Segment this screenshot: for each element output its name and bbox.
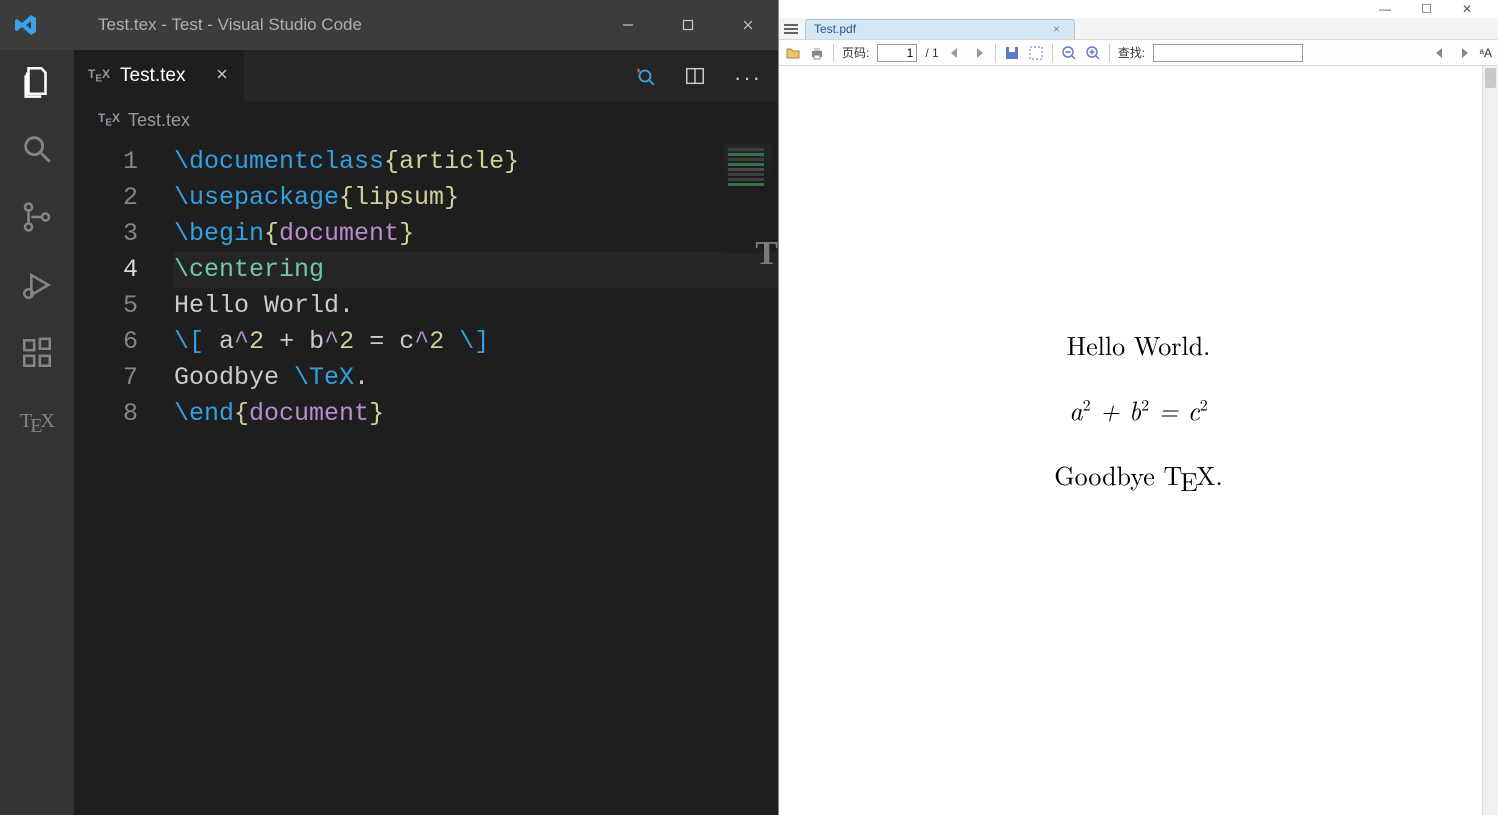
latex-workshop-icon[interactable]: TEX xyxy=(20,404,54,438)
maximize-button[interactable] xyxy=(658,0,718,50)
code-content[interactable]: \centering xyxy=(174,252,778,288)
pdf-math-line: a2 + b2 = c2 xyxy=(819,391,1459,428)
page-total: / 1 xyxy=(925,46,938,60)
next-page-icon[interactable] xyxy=(971,45,987,61)
text-size-icon[interactable]: ᵃA xyxy=(1480,46,1492,60)
window-title: Test.tex - Test - Visual Studio Code xyxy=(98,15,598,35)
synctex-search-icon[interactable] xyxy=(634,65,656,87)
editor-area: TEX Test.tex ··· TEX Test.tex T xyxy=(74,50,778,815)
zoom-in-icon[interactable] xyxy=(1085,45,1101,61)
pdf-text-line: Goodbye TEX. xyxy=(819,456,1459,493)
code-content[interactable]: \[ a^2 + b^2 = c^2 \] xyxy=(174,324,778,360)
pdf-text-line: Hello World. xyxy=(819,326,1459,363)
pdf-viewer-window: — ☐ ✕ Test.pdf × 页码: / 1 查找: ᵃA xyxy=(778,0,1498,815)
code-editor[interactable]: T 1\documentclass{article}2\usepackage{l… xyxy=(74,138,778,815)
code-line[interactable]: 7Goodbye \TeX. xyxy=(74,360,778,396)
line-number: 5 xyxy=(74,288,174,324)
save-icon[interactable] xyxy=(1004,45,1020,61)
pdf-titlebar: — ☐ ✕ xyxy=(779,0,1498,18)
code-line[interactable]: 4\centering xyxy=(74,252,778,288)
line-number: 2 xyxy=(74,180,174,216)
line-number: 3 xyxy=(74,216,174,252)
extensions-icon[interactable] xyxy=(20,336,54,370)
pdf-toolbar: 页码: / 1 查找: ᵃA xyxy=(779,40,1498,66)
prev-page-icon[interactable] xyxy=(947,45,963,61)
pdf-minimize-button[interactable]: — xyxy=(1379,2,1391,16)
page-label: 页码: xyxy=(842,44,869,61)
open-file-icon[interactable] xyxy=(785,45,801,61)
code-content[interactable]: \usepackage{lipsum} xyxy=(174,180,778,216)
line-number: 7 xyxy=(74,360,174,396)
print-icon[interactable] xyxy=(809,45,825,61)
pdf-tab-close-icon[interactable]: × xyxy=(1053,22,1060,36)
explorer-icon[interactable] xyxy=(20,64,54,98)
find-label: 查找: xyxy=(1118,44,1145,61)
tab-label: Test.tex xyxy=(120,65,185,87)
code-content[interactable]: \end{document} xyxy=(174,396,778,432)
tab-close-icon[interactable] xyxy=(214,66,230,87)
breadcrumb-file: Test.tex xyxy=(128,110,190,131)
toolbar-separator xyxy=(833,44,834,62)
section-marker-icon: T xyxy=(755,236,778,272)
minimize-button[interactable] xyxy=(598,0,658,50)
code-content[interactable]: \begin{document} xyxy=(174,216,778,252)
code-line[interactable]: 3\begin{document} xyxy=(74,216,778,252)
vscode-logo-icon xyxy=(14,13,38,37)
breadcrumb[interactable]: TEX Test.tex xyxy=(74,102,778,138)
pdf-maximize-button[interactable]: ☐ xyxy=(1421,2,1432,16)
pdf-tab-row: Test.pdf × xyxy=(779,18,1498,40)
pdf-close-button[interactable]: ✕ xyxy=(1462,2,1472,16)
split-editor-icon[interactable] xyxy=(684,65,706,87)
close-button[interactable] xyxy=(718,0,778,50)
code-line[interactable]: 2\usepackage{lipsum} xyxy=(74,180,778,216)
pdf-scrollbar[interactable] xyxy=(1482,66,1498,815)
fit-page-icon[interactable] xyxy=(1028,45,1044,61)
more-actions-icon[interactable]: ··· xyxy=(734,65,756,87)
code-content[interactable]: \documentclass{article} xyxy=(174,144,778,180)
hamburger-menu-icon[interactable] xyxy=(783,23,799,35)
editor-tabbar: TEX Test.tex ··· xyxy=(74,50,778,102)
line-number: 8 xyxy=(74,396,174,432)
line-number: 4 xyxy=(74,252,174,288)
code-content[interactable]: Hello World. xyxy=(174,288,778,324)
pdf-tab[interactable]: Test.pdf × xyxy=(805,19,1075,39)
search-icon[interactable] xyxy=(20,132,54,166)
line-number: 6 xyxy=(74,324,174,360)
find-next-icon[interactable] xyxy=(1456,45,1472,61)
run-debug-icon[interactable] xyxy=(20,268,54,302)
activity-bar: TEX xyxy=(0,50,74,815)
editor-tab-test-tex[interactable]: TEX Test.tex xyxy=(74,50,244,102)
toolbar-separator xyxy=(1052,44,1053,62)
pdf-viewport[interactable]: Hello World. a2 + b2 = c2 Goodbye TEX. xyxy=(779,66,1498,815)
line-number: 1 xyxy=(74,144,174,180)
code-line[interactable]: 8\end{document} xyxy=(74,396,778,432)
code-content[interactable]: Goodbye \TeX. xyxy=(174,360,778,396)
source-control-icon[interactable] xyxy=(20,200,54,234)
scrollbar-thumb[interactable] xyxy=(1485,68,1496,88)
zoom-out-icon[interactable] xyxy=(1061,45,1077,61)
code-line[interactable]: 5Hello World. xyxy=(74,288,778,324)
code-line[interactable]: 6\[ a^2 + b^2 = c^2 \] xyxy=(74,324,778,360)
find-prev-icon[interactable] xyxy=(1432,45,1448,61)
find-input[interactable] xyxy=(1153,44,1303,62)
vscode-window: Test.tex - Test - Visual Studio Code TEX xyxy=(0,0,778,815)
toolbar-separator xyxy=(995,44,996,62)
pdf-page: Hello World. a2 + b2 = c2 Goodbye TEX. xyxy=(819,76,1459,815)
pdf-tab-label: Test.pdf xyxy=(814,22,856,36)
toolbar-separator xyxy=(1109,44,1110,62)
vscode-titlebar: Test.tex - Test - Visual Studio Code xyxy=(0,0,778,50)
page-number-input[interactable] xyxy=(877,44,917,62)
tex-file-icon: TEX xyxy=(98,111,120,128)
code-line[interactable]: 1\documentclass{article} xyxy=(74,144,778,180)
tex-file-icon: TEX xyxy=(88,67,110,84)
